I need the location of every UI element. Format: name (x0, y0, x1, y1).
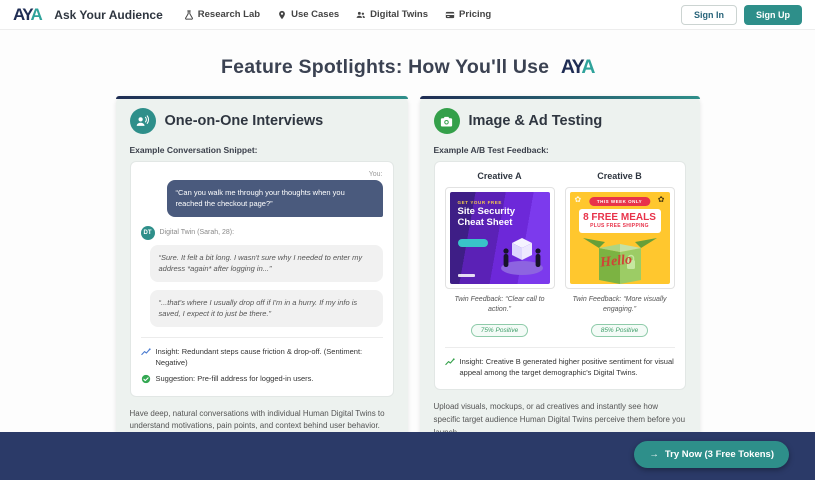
ad-testing-card: Image & Ad Testing Example A/B Test Feed… (420, 96, 700, 454)
nav-item-research-lab[interactable]: Research Lab (184, 9, 260, 20)
try-now-label: Try Now (3 Free Tokens) (665, 449, 774, 460)
sign-in-button[interactable]: Sign In (681, 5, 737, 25)
twin-chat-bubble: “Sure. It felt a bit long. I wasn't sure… (150, 245, 383, 282)
ab-test-box: Creative A GET YOUR FREE Site Security C… (434, 161, 686, 390)
ab-test-label: Example A/B Test Feedback: (434, 145, 686, 155)
logo-text-teal: A (31, 5, 42, 24)
brand-logo[interactable]: AYA (13, 5, 41, 25)
people-icon (356, 10, 366, 20)
twin-chat-bubble: “...that's where I usually drop off if I… (150, 290, 383, 327)
interviews-description: Have deep, natural conversations with in… (130, 408, 394, 434)
feature-cards-row: One-on-One Interviews Example Conversati… (0, 96, 815, 454)
insight-row: Insight: Creative B generated higher pos… (445, 357, 675, 378)
heading-logo: AYA (561, 56, 594, 78)
nav-item-label: Digital Twins (370, 9, 428, 20)
check-circle-icon (141, 374, 151, 384)
insight-text: Insight: Creative B generated higher pos… (460, 357, 675, 378)
brand-name: Ask Your Audience (54, 8, 162, 22)
insight-text: Insight: Redundant steps cause friction … (156, 347, 383, 368)
interviews-card-title: One-on-One Interviews (165, 113, 324, 129)
flask-icon (184, 10, 194, 20)
logo-text-dark: AY (13, 5, 31, 24)
creative-a-title: Creative A (445, 171, 555, 181)
creative-b-sentiment-badge: 85% Positive (591, 324, 649, 337)
suggestion-row: Suggestion: Pre-fill address for logged-… (141, 374, 383, 385)
nav-item-label: Pricing (459, 9, 491, 20)
creative-a-sentiment-badge: 75% Positive (471, 324, 529, 337)
camera-icon (434, 108, 460, 134)
suggestion-text: Suggestion: Pre-fill address for logged-… (156, 374, 314, 385)
ad-a-brand-mark (458, 274, 475, 277)
sign-up-button[interactable]: Sign Up (744, 5, 802, 25)
insights-chart-icon (445, 357, 455, 367)
you-label: You: (141, 171, 383, 178)
creative-b-title: Creative B (565, 171, 675, 181)
nav-item-label: Research Lab (198, 9, 260, 20)
ad-a-cube-illustration (496, 220, 548, 278)
main-nav: Research Lab Use Cases Digital Twins Pri… (184, 9, 491, 20)
divider (141, 337, 383, 338)
insight-row: Insight: Redundant steps cause friction … (141, 347, 383, 368)
user-chat-bubble: “Can you walk me through your thoughts w… (167, 180, 383, 217)
nav-item-pricing[interactable]: Pricing (445, 9, 491, 20)
ad-b-headline: 8 FREE MEALS (581, 212, 659, 223)
creative-b-ad-image: ✿ ✿ THIS WEEK ONLY 8 FREE MEALS PLUS FRE… (570, 192, 670, 284)
conversation-box: You: “Can you walk me through your thoug… (130, 161, 394, 397)
try-now-button[interactable]: → Try Now (3 Free Tokens) (634, 441, 789, 468)
page-title: Feature Spotlights: How You'll Use AYA (0, 56, 815, 79)
card-icon (445, 10, 455, 20)
creative-a-column: Creative A GET YOUR FREE Site Security C… (445, 171, 555, 337)
conversation-snippet-label: Example Conversation Snippet: (130, 145, 394, 155)
creative-a-ad-image: GET YOUR FREE Site Security Cheat Sheet (450, 192, 550, 284)
voice-interview-icon (130, 108, 156, 134)
digital-twin-label: Digital Twin (Sarah, 28): (160, 229, 235, 236)
nav-item-label: Use Cases (291, 9, 339, 20)
top-navbar: AYA Ask Your Audience Research Lab Use C… (0, 0, 815, 30)
ad-b-offer-panel: 8 FREE MEALS PLUS FREE SHIPPING (579, 209, 661, 233)
ad-a-cta-pill (458, 239, 488, 247)
bottom-cta-bar: → Try Now (3 Free Tokens) (0, 432, 815, 480)
creative-a-feedback: Twin Feedback: “Clear call to action.” (445, 295, 555, 315)
nav-item-use-cases[interactable]: Use Cases (277, 9, 339, 20)
arrow-right-icon: → (649, 449, 659, 460)
digital-twin-avatar: DT (141, 226, 155, 240)
ad-b-ribbon: THIS WEEK ONLY (589, 197, 650, 206)
ad-b-hello-script: Hello (599, 252, 632, 271)
flower-icon: ✿ (575, 196, 582, 204)
divider (445, 347, 675, 348)
ad-a-eyebrow: GET YOUR FREE (458, 200, 502, 205)
location-pin-icon (277, 10, 287, 20)
ad-testing-card-title: Image & Ad Testing (469, 113, 603, 129)
nav-item-digital-twins[interactable]: Digital Twins (356, 9, 428, 20)
flower-icon: ✿ (658, 196, 665, 204)
creative-a-tile[interactable]: GET YOUR FREE Site Security Cheat Sheet (445, 187, 555, 289)
ad-b-subhead: PLUS FREE SHIPPING (581, 223, 659, 229)
interviews-card: One-on-One Interviews Example Conversati… (116, 96, 408, 447)
insights-chart-icon (141, 347, 151, 357)
creative-b-tile[interactable]: ✿ ✿ THIS WEEK ONLY 8 FREE MEALS PLUS FRE… (565, 187, 675, 289)
creative-b-column: Creative B ✿ ✿ THIS WEEK ONLY 8 FREE MEA… (565, 171, 675, 337)
creative-b-feedback: Twin Feedback: “More visually engaging.” (565, 295, 675, 315)
